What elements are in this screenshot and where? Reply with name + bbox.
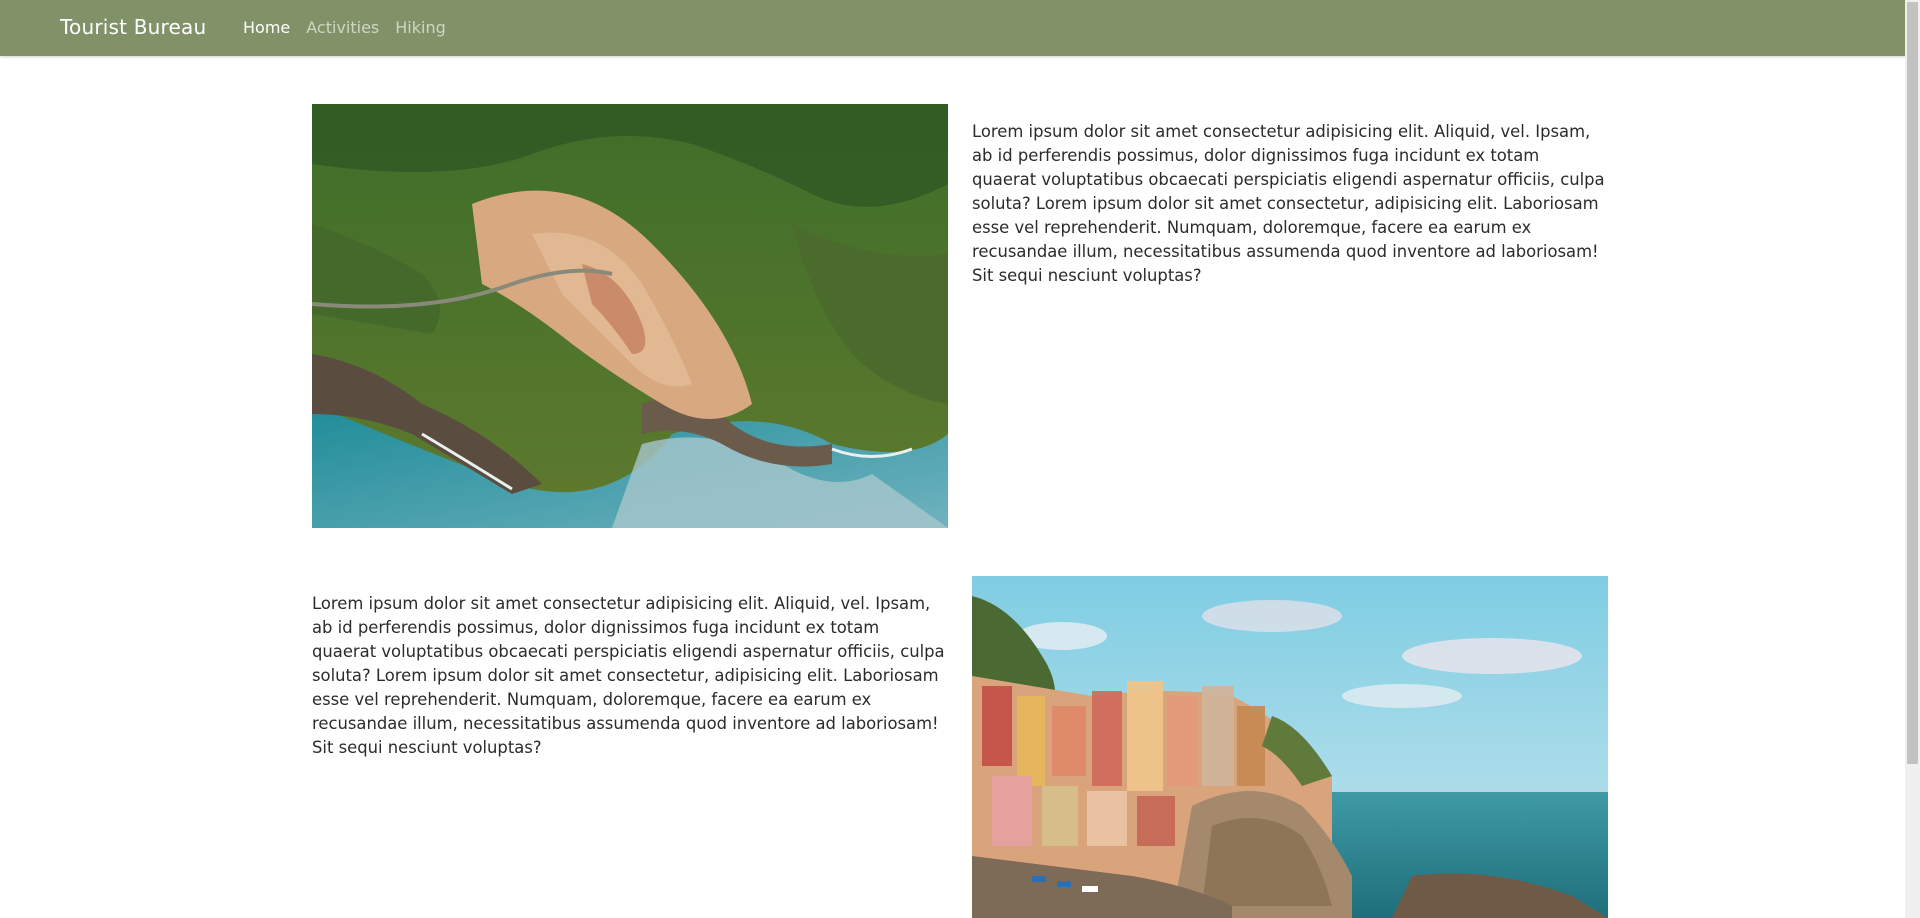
nav-link-home[interactable]: Home <box>243 18 290 37</box>
cliffside-colorful-village-photo <box>972 576 1608 918</box>
nav-link-activities[interactable]: Activities <box>306 18 379 37</box>
section-1-text: Lorem ipsum dolor sit amet consectetur a… <box>972 122 1605 285</box>
nav-links: Home Activities Hiking <box>243 18 446 37</box>
section-2-text: Lorem ipsum dolor sit amet consectetur a… <box>312 594 945 757</box>
page-scrollbar[interactable] <box>1905 0 1920 918</box>
scrollbar-thumb[interactable] <box>1907 2 1918 764</box>
brand-logo[interactable]: Tourist Bureau <box>60 15 206 39</box>
navbar: Tourist Bureau Home Activities Hiking <box>0 0 1920 56</box>
aerial-coastal-village-photo <box>312 104 948 528</box>
nav-link-hiking[interactable]: Hiking <box>395 18 445 37</box>
